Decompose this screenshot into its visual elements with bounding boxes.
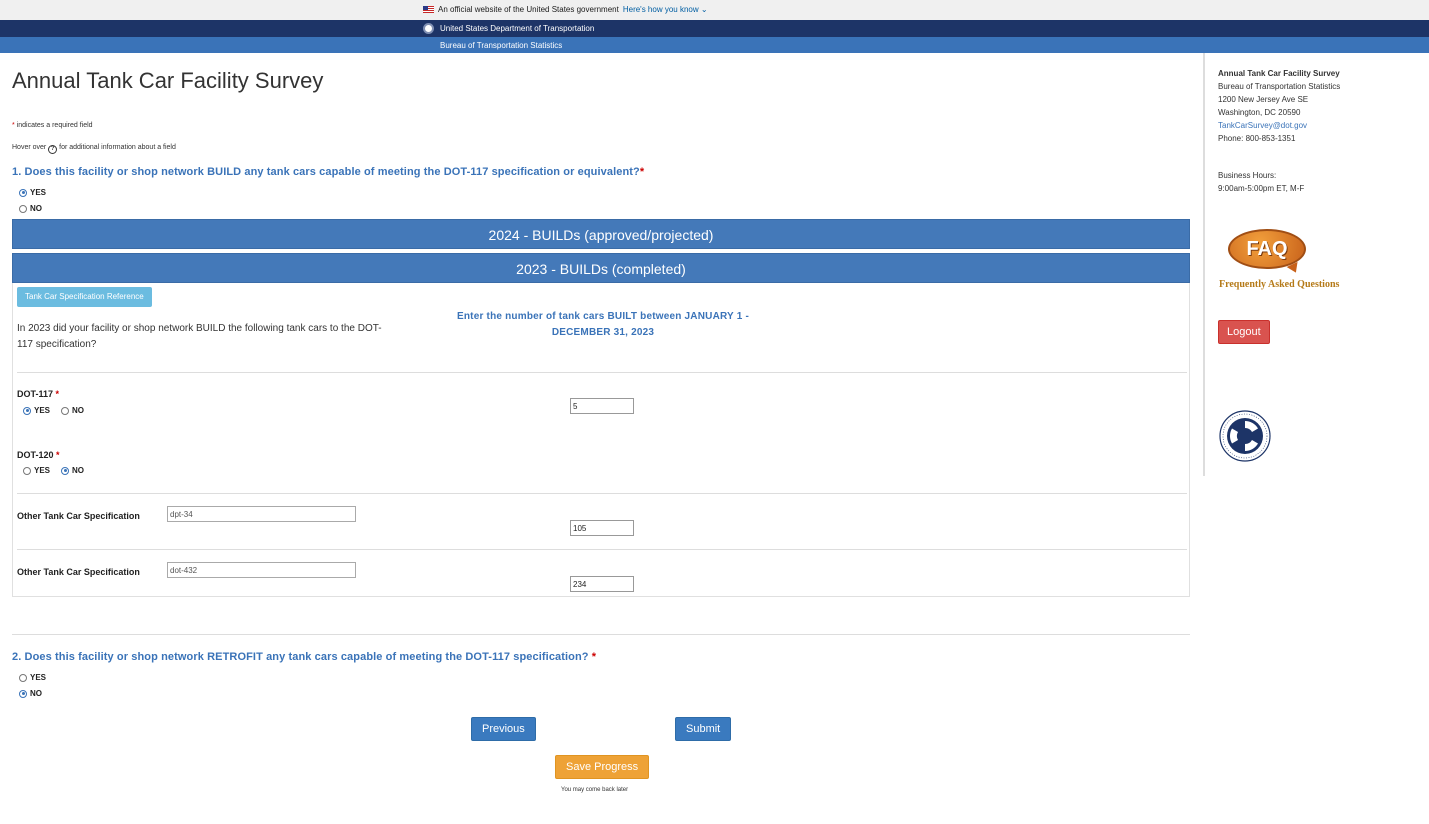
dot120-yes-radio[interactable]: YES <box>23 466 50 475</box>
save-progress-button[interactable]: Save Progress <box>555 755 650 779</box>
section-2024-builds[interactable]: 2024 - BUILDs (approved/projected) <box>12 219 1190 249</box>
business-hours: Business Hours: 9:00am-5:00pm ET, M-F <box>1218 171 1305 193</box>
help-circle-icon: ? <box>48 145 58 154</box>
contact-info: Annual Tank Car Facility Survey Bureau o… <box>1218 67 1340 145</box>
spec-reference-button[interactable]: Tank Car Specification Reference <box>17 287 152 307</box>
other-spec-input-1[interactable] <box>167 506 356 522</box>
contact-phone: Phone: 800-853-1351 <box>1218 134 1296 143</box>
required-note: * indicates a required field <box>12 122 93 129</box>
contact-org: Bureau of Transportation Statistics <box>1218 82 1341 91</box>
radio-checked-icon[interactable] <box>61 466 69 475</box>
other-spec-label-2: Other Tank Car Specification <box>17 567 140 577</box>
other-spec-count-input-2[interactable] <box>570 576 634 592</box>
submit-button[interactable]: Submit <box>675 717 732 741</box>
radio-unchecked-icon[interactable] <box>19 204 27 213</box>
radio-unchecked-icon[interactable] <box>19 673 27 682</box>
section-divider <box>12 634 1190 635</box>
bts-header-bar: Bureau of Transportation Statistics <box>0 37 1429 53</box>
contact-address-2: Washington, DC 20590 <box>1218 108 1301 117</box>
chevron-down-icon: ⌄ <box>700 5 708 14</box>
q1-yes-radio[interactable]: YES <box>19 188 46 197</box>
q2-no-radio[interactable]: NO <box>19 689 42 698</box>
contact-email-link[interactable]: TankCarSurvey@dot.gov <box>1218 121 1307 130</box>
previous-button[interactable]: Previous <box>471 717 536 741</box>
page-title: Annual Tank Car Facility Survey <box>12 68 324 93</box>
us-flag-icon <box>423 6 434 13</box>
q1-no-radio[interactable]: NO <box>19 204 42 213</box>
faq-icon[interactable]: FAQ <box>1228 229 1306 269</box>
question-1: 1. Does this facility or shop network BU… <box>12 166 645 178</box>
dot120-no-radio[interactable]: NO <box>61 466 84 475</box>
hover-note: Hover over ? for additional information … <box>12 144 176 154</box>
dot117-no-radio[interactable]: NO <box>61 406 84 415</box>
dot117-count-input[interactable] <box>570 398 634 414</box>
faq-text[interactable]: Frequently Asked Questions <box>1219 279 1339 290</box>
panel-instruction: Enter the number of tank cars BUILT betw… <box>457 311 749 338</box>
radio-unchecked-icon[interactable] <box>61 406 69 415</box>
other-spec-label-1: Other Tank Car Specification <box>17 511 140 521</box>
divider <box>17 493 1187 494</box>
dot120-label: DOT-120 * <box>17 450 60 460</box>
divider <box>17 549 1187 550</box>
section-2023-builds[interactable]: 2023 - BUILDs (completed) <box>12 253 1190 283</box>
panel-question: In 2023 did your facility or shop networ… <box>17 323 382 350</box>
dot117-label: DOT-117 * <box>17 389 60 399</box>
contact-title: Annual Tank Car Facility Survey <box>1218 69 1340 78</box>
radio-checked-icon[interactable] <box>19 689 27 698</box>
other-spec-count-input-1[interactable] <box>570 520 634 536</box>
divider <box>17 372 1187 373</box>
gov-banner-text: An official website of the United States… <box>438 5 619 14</box>
dot-header-bar: United States Department of Transportati… <box>0 20 1429 37</box>
gov-banner: An official website of the United States… <box>0 0 1429 20</box>
how-you-know-link[interactable]: Here's how you know ⌄ <box>623 5 708 14</box>
faq-link[interactable]: FAQ Frequently Asked Questions <box>1218 227 1368 297</box>
dot-logo-icon <box>423 23 434 34</box>
bts-name: Bureau of Transportation Statistics <box>440 41 563 50</box>
radio-checked-icon[interactable] <box>19 188 27 197</box>
radio-unchecked-icon[interactable] <box>23 466 31 475</box>
other-spec-input-2[interactable] <box>167 562 356 578</box>
dot117-yes-radio[interactable]: YES <box>23 406 50 415</box>
logout-button[interactable]: Logout <box>1218 320 1270 344</box>
q2-yes-radio[interactable]: YES <box>19 673 46 682</box>
contact-address-1: 1200 New Jersey Ave SE <box>1218 95 1309 104</box>
sidebar: Annual Tank Car Facility Survey Bureau o… <box>1203 53 1429 476</box>
radio-checked-icon[interactable] <box>23 406 31 415</box>
dot-seal-icon <box>1219 410 1271 462</box>
save-note: You may come back later <box>561 787 629 793</box>
question-2: 2. Does this facility or shop network RE… <box>12 651 597 663</box>
builds-2023-panel: Tank Car Specification Reference In 2023… <box>12 283 1190 597</box>
dot-name: United States Department of Transportati… <box>440 24 595 33</box>
